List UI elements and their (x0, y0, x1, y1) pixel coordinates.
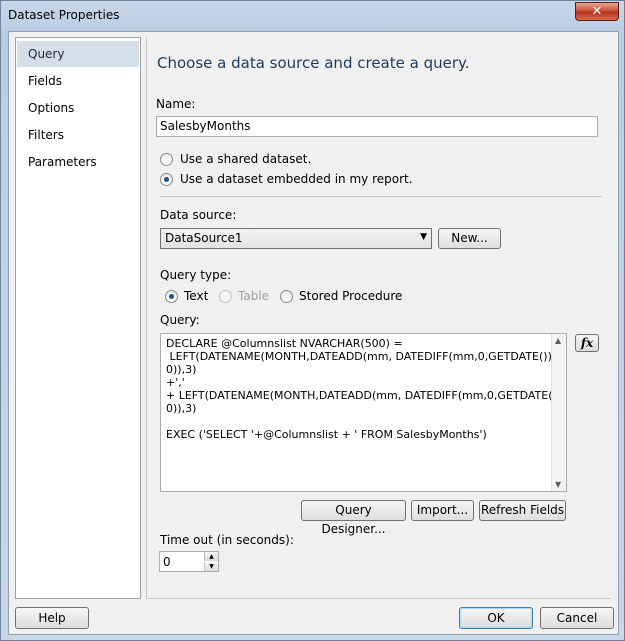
refresh-fields-button[interactable]: Refresh Fields (479, 500, 566, 521)
query-designer-button[interactable]: Query Designer... (301, 500, 406, 536)
nav-item-filters[interactable]: Filters (17, 122, 139, 148)
page-heading: Choose a data source and create a query. (157, 54, 470, 72)
dialog-client-area: Query Fields Options Filters Parameters … (8, 31, 619, 635)
query-type-text-radio[interactable] (165, 290, 178, 303)
nav-item-options[interactable]: Options (17, 95, 139, 121)
spin-down-icon[interactable]: ▼ (204, 562, 218, 571)
timeout-label: Time out (in seconds): (160, 533, 294, 547)
import-button[interactable]: Import... (411, 500, 474, 521)
timeout-stepper[interactable]: 0 ▲ ▼ (159, 551, 219, 572)
nav-item-fields[interactable]: Fields (17, 68, 139, 94)
page-navigation: Query Fields Options Filters Parameters (15, 37, 141, 599)
nav-item-parameters[interactable]: Parameters (17, 149, 139, 175)
scroll-up-icon[interactable]: ▲ (555, 336, 561, 345)
options-separator (160, 196, 602, 197)
query-type-stored-procedure-label[interactable]: Stored Procedure (299, 289, 402, 303)
query-type-table-radio (219, 290, 232, 303)
query-type-text-label[interactable]: Text (184, 289, 208, 303)
embedded-dataset-label[interactable]: Use a dataset embedded in my report. (180, 172, 413, 186)
timeout-value[interactable]: 0 (163, 555, 171, 569)
nav-item-query[interactable]: Query (17, 41, 139, 67)
help-button[interactable]: Help (15, 607, 89, 629)
expression-button[interactable]: fx (575, 334, 599, 352)
ok-button[interactable]: OK (459, 607, 533, 629)
footer-separator (147, 598, 611, 599)
spin-up-icon[interactable]: ▲ (204, 552, 218, 561)
query-text[interactable]: DECLARE @Columnslist NVARCHAR(500) = LEF… (166, 337, 566, 441)
dropdown-arrow-icon: ▼ (420, 232, 427, 242)
query-label: Query: (160, 313, 200, 327)
window-title: Dataset Properties (8, 8, 120, 22)
data-source-dropdown[interactable]: DataSource1 ▼ (160, 228, 432, 249)
cancel-button[interactable]: Cancel (540, 607, 614, 629)
scroll-down-icon[interactable]: ▼ (555, 480, 561, 489)
query-editor[interactable]: DECLARE @Columnslist NVARCHAR(500) = LEF… (160, 333, 567, 492)
function-icon: fx (580, 336, 594, 350)
shared-dataset-label[interactable]: Use a shared dataset. (180, 152, 311, 166)
data-source-value: DataSource1 (165, 231, 243, 245)
query-type-label: Query type: (160, 268, 232, 282)
name-label: Name: (156, 97, 196, 111)
query-type-stored-procedure-radio[interactable] (280, 290, 293, 303)
title-bar[interactable]: Dataset Properties ✕ (1, 1, 624, 31)
shared-dataset-radio[interactable] (160, 153, 173, 166)
name-field[interactable]: SalesbyMonths (156, 116, 598, 137)
close-icon: ✕ (591, 4, 603, 19)
new-data-source-button[interactable]: New... (438, 228, 501, 249)
dataset-properties-window: Dataset Properties ✕ Query Fields Option… (0, 0, 625, 641)
data-source-label: Data source: (160, 208, 237, 222)
close-button[interactable]: ✕ (575, 2, 619, 21)
embedded-dataset-radio[interactable] (160, 173, 173, 186)
query-type-table-label: Table (238, 289, 270, 303)
nav-divider (146, 37, 147, 599)
query-scrollbar[interactable]: ▲ ▼ (551, 334, 566, 491)
